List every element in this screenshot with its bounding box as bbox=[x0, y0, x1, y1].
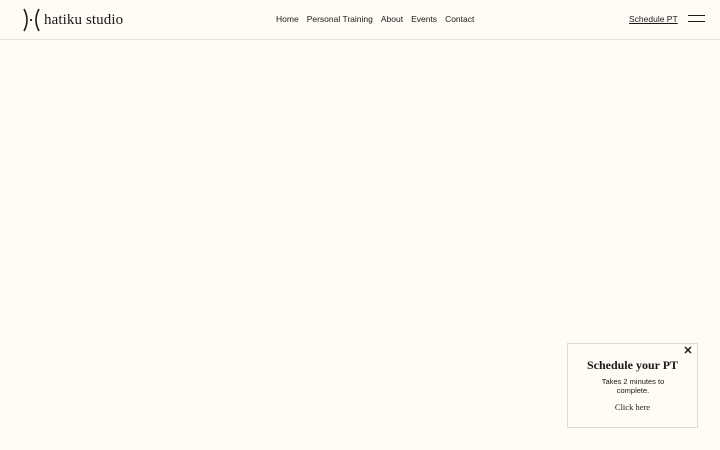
popup-title: Schedule your PT bbox=[586, 358, 679, 372]
main-nav: Home Personal Training About Events Cont… bbox=[276, 14, 474, 24]
schedule-pt-link[interactable]: Schedule PT bbox=[629, 14, 678, 24]
menu-line bbox=[688, 15, 705, 16]
popup-click-here-link[interactable]: Click here bbox=[568, 402, 697, 412]
schedule-popup: Schedule your PT Takes 2 minutes to comp… bbox=[567, 343, 698, 428]
nav-item-about[interactable]: About bbox=[381, 14, 403, 24]
nav-item-events[interactable]: Events bbox=[411, 14, 437, 24]
close-icon[interactable]: ✕ bbox=[682, 345, 694, 357]
nav-item-personal-training[interactable]: Personal Training bbox=[307, 14, 373, 24]
hamburger-menu-icon[interactable] bbox=[688, 14, 706, 26]
nav-item-contact[interactable]: Contact bbox=[445, 14, 474, 24]
popup-description: Takes 2 minutes to complete. bbox=[601, 377, 665, 395]
logo-mark-icon bbox=[23, 8, 40, 32]
logo[interactable]: hatiku studio bbox=[22, 8, 123, 32]
nav-item-home[interactable]: Home bbox=[276, 14, 299, 24]
logo-text: hatiku studio bbox=[44, 11, 124, 28]
site-header: hatiku studio Home Personal Training Abo… bbox=[0, 0, 720, 40]
menu-line bbox=[688, 21, 705, 22]
